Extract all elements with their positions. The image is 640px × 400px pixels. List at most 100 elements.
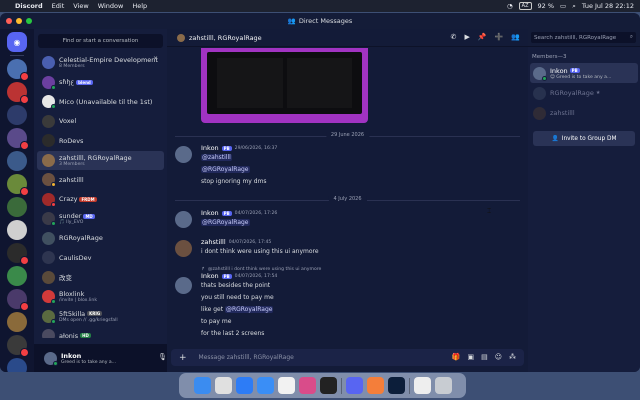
menu-edit[interactable]: Edit [52,2,65,10]
claude-icon[interactable] [366,377,384,394]
message-input[interactable]: + Message zahstilll, RGRoyalRage 🎁 ▣ ▤ ☺… [171,349,524,366]
attach-plus-icon[interactable]: + [179,353,187,363]
chat-title[interactable]: zahstilll, RGRoyalRage [189,34,262,42]
server-icon[interactable] [7,358,27,372]
dm-item[interactable]: RGRoyalRage [37,229,164,249]
server-icon[interactable] [7,312,27,332]
apps-icon[interactable]: ⁂ [509,353,516,361]
server-icon[interactable] [7,220,27,240]
menu-help[interactable]: Help [132,2,147,10]
dm-item[interactable]: Celestial-Empire Development 8 Members × [37,53,164,73]
menu-view[interactable]: View [73,2,88,10]
mention[interactable]: @RGRoyalRage [224,306,274,313]
avatar[interactable] [175,240,192,257]
discord-icon[interactable] [345,377,363,394]
server-icon[interactable] [7,151,27,171]
menu-app-discord[interactable]: Discord [15,2,43,10]
chatgpt-icon[interactable] [277,377,295,394]
microphone-icon[interactable]: 🎙 [158,353,167,361]
photoshop-icon[interactable] [387,377,405,394]
dm-item[interactable]: zahstilll, RGRoyalRage 3 Members [37,150,164,170]
server-icon[interactable] [7,174,29,196]
add-friend-icon[interactable]: ➕ [495,33,504,41]
avatar [533,66,547,81]
avatar[interactable] [175,146,192,163]
member-item[interactable]: Inkon PB 😊 Greed is to take any a... [530,63,638,83]
close-window-button[interactable] [6,18,12,24]
search-input[interactable]: Search zahstilll, RGRoyalRage ⌕ [531,32,636,43]
message: ↱ @zahstilll i dont think were using this… [175,267,520,340]
members-icon[interactable]: 👥 [511,33,520,41]
search-icon[interactable]: ⌕ [572,2,576,11]
call-icon[interactable]: ✆ [451,33,457,41]
avatar [533,86,546,100]
pin-icon[interactable]: 📌 [478,33,487,41]
dm-item[interactable]: Voxel [37,112,164,132]
server-icon[interactable] [7,82,29,104]
dm-item[interactable]: Crazy FRDM [37,190,164,210]
roblox-icon[interactable] [319,377,337,394]
trash-icon[interactable] [434,377,452,394]
avatar [42,231,55,245]
server-icon[interactable] [7,289,29,311]
message-author[interactable]: Inkon [201,272,219,280]
dm-item[interactable]: sunder MD 🎵 lly_EVO [37,209,164,229]
server-icon[interactable] [7,266,27,286]
sticker-icon[interactable]: ▤ [481,353,488,361]
battery-icon[interactable]: ▭ [560,2,566,10]
server-icon[interactable] [7,335,29,357]
message: Inkon PB 29/06/2026, 16:37 @zahstilll @RGR… [175,144,520,188]
message-author[interactable]: Inkon [201,144,219,152]
mail-icon[interactable] [256,377,274,394]
server-icon[interactable] [7,243,29,265]
message-author[interactable]: zahstilll [201,238,226,246]
avatar[interactable] [175,277,192,294]
avatar[interactable] [44,351,58,366]
image-attachment[interactable] [201,48,368,123]
mention[interactable]: @zahstilll [201,154,232,161]
menu-window[interactable]: Window [98,2,124,10]
avatar [42,95,56,110]
window-title: Direct Messages [298,17,353,25]
message: zahstilll 04/07/2026, 17:45 i dont think … [175,238,520,258]
dm-item[interactable]: CaulisDev [37,248,164,268]
dm-item[interactable]: Mico (Unavailable til the 1st) [37,92,164,112]
avatar [42,56,55,70]
avatar[interactable] [175,211,192,228]
video-icon[interactable]: ▶ [464,33,469,41]
invite-to-group-dm-button[interactable]: 👤 Invite to Group DM [533,131,635,146]
member-item[interactable]: RGRoyalRage ★ [530,83,638,103]
gift-icon[interactable]: 🎁 [452,353,461,361]
server-icon[interactable] [7,59,29,81]
emoji-icon[interactable]: ☺ [495,353,502,361]
dm-item[interactable]: zahstilll [37,170,164,190]
dm-item[interactable]: 5ft5killa KRIG DMs open // .gg/kriegsfall [37,307,164,327]
zoom-window-button[interactable] [26,18,32,24]
dm-item[interactable]: ałonis HD [37,326,164,338]
clock[interactable]: Tue Jul 28 22:12 [582,2,634,10]
close-icon[interactable]: × [153,55,158,62]
server-icon[interactable] [7,197,27,217]
mention[interactable]: @RGRoyalRage [201,166,250,173]
find-conversation-button[interactable]: Find or start a conversation [38,34,163,48]
dm-item[interactable]: 改变 [37,268,164,288]
server-icon[interactable] [7,105,27,125]
message-author[interactable]: Inkon [201,209,219,217]
dm-item[interactable]: ꜱɦꜧꜫ blend [37,73,164,93]
document-icon[interactable] [413,377,431,394]
member-item[interactable]: zahstilll [530,103,638,123]
minimize-window-button[interactable] [16,18,22,24]
finder-icon[interactable] [193,377,211,394]
server-icon[interactable] [7,128,29,150]
instagram-icon[interactable] [298,377,316,394]
launchpad-icon[interactable] [214,377,232,394]
dm-item[interactable]: RoDevs [37,131,164,151]
safari-icon[interactable] [235,377,253,394]
input-source[interactable]: AZ [518,2,532,10]
dm-item[interactable]: Bloxlink/invite | blox.link [37,287,164,307]
wifi-icon[interactable]: ◔ [507,2,513,10]
gif-icon[interactable]: ▣ [467,353,474,361]
home-button[interactable]: ◉ [7,32,27,52]
dm-panel: Find or start a conversation Celestial-E… [34,29,201,372]
mention[interactable]: @RGRoyalRage [201,219,250,226]
